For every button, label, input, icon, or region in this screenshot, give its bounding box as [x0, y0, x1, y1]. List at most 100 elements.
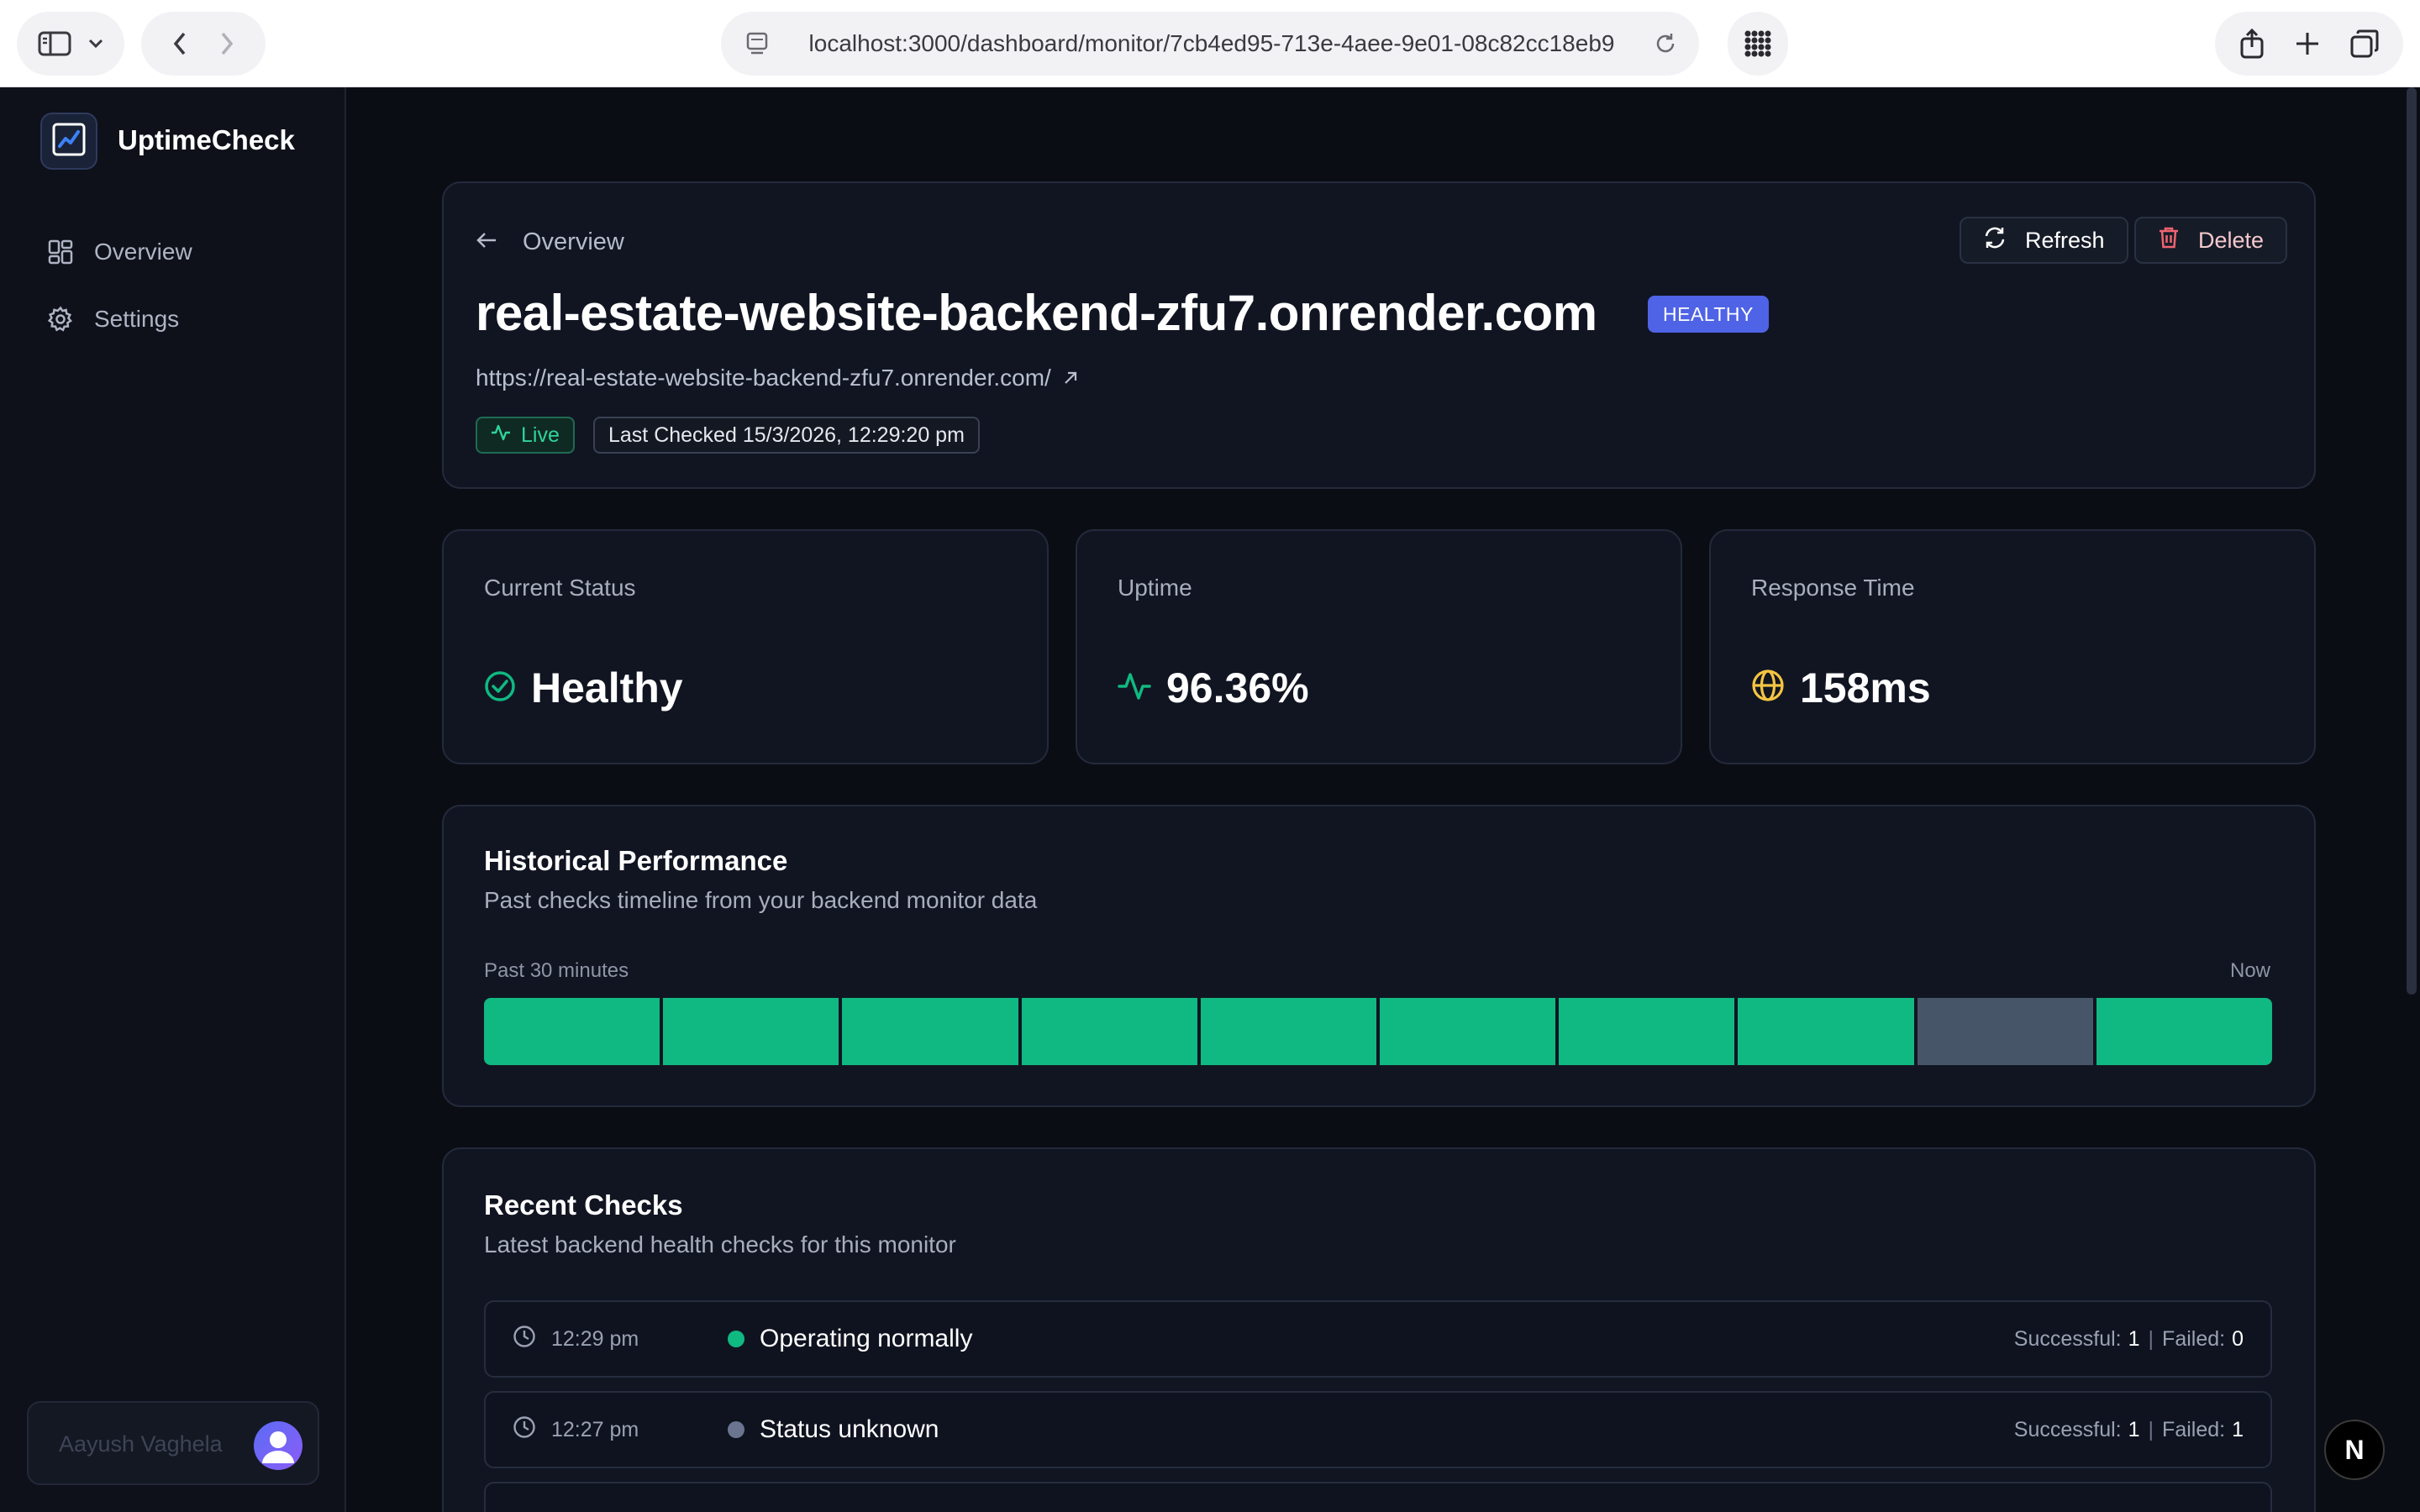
check-time-text: 12:27 pm [551, 1417, 639, 1441]
check-row[interactable] [484, 1482, 2272, 1512]
stat-card-uptime: Uptime 96.36% [1076, 529, 1682, 764]
avatar[interactable] [254, 1421, 302, 1470]
chevron-down-icon [88, 39, 103, 49]
forward-icon[interactable] [220, 32, 234, 55]
stat-label: Uptime [1118, 575, 1192, 601]
last-checked-tag: Last Checked 15/3/2026, 12:29:20 pm [593, 417, 980, 454]
status-badge: HEALTHY [1648, 296, 1769, 333]
stat-value: 158ms [1751, 664, 1931, 712]
check-row[interactable]: 12:29 pm Operating normally Successful: … [484, 1300, 2272, 1378]
sidebar-item-label: Settings [94, 306, 180, 332]
status-dot [728, 1421, 744, 1438]
check-status-text: Operating normally [760, 1325, 973, 1352]
page-title: real-estate-website-backend-zfu7.onrende… [476, 285, 1597, 341]
user-profile-card[interactable]: Aayush Vaghela [27, 1401, 319, 1485]
back-icon[interactable] [173, 32, 187, 55]
delete-button[interactable]: Delete [2134, 217, 2288, 264]
timeline-end-label: Now [2230, 959, 2271, 982]
timeline-segment-up[interactable] [1021, 998, 1197, 1065]
successful-count: 1 [2128, 1326, 2140, 1351]
history-nav [141, 12, 266, 76]
check-status: Operating normally [728, 1302, 972, 1376]
page-scrollbar[interactable] [2407, 87, 2417, 995]
failed-label: Failed: [2162, 1417, 2226, 1441]
section-title: Historical Performance [484, 845, 788, 876]
check-time: 12:29 pm [513, 1302, 639, 1376]
timeline-segment-up[interactable] [2096, 998, 2273, 1065]
sidebar-toggle-button[interactable] [17, 12, 124, 76]
successful-count: 1 [2128, 1417, 2140, 1441]
globe-icon [1751, 664, 1800, 712]
tabs-overview-icon[interactable] [2350, 29, 2379, 58]
stat-value: 96.36% [1118, 664, 1309, 712]
back-to-overview-link[interactable]: Overview [476, 228, 624, 256]
divider: | [2148, 1326, 2154, 1351]
timeline-segment-up[interactable] [663, 998, 839, 1065]
reload-icon[interactable] [1654, 32, 1677, 55]
status-dot [728, 1331, 744, 1347]
section-subtitle: Past checks timeline from your backend m… [484, 887, 1038, 913]
refresh-label: Refresh [2025, 227, 2105, 253]
sidebar-icon [38, 31, 71, 56]
timeline-segment-unknown[interactable] [1917, 998, 2093, 1065]
uptime-timeline [484, 998, 2273, 1065]
stat-value-text: Healthy [531, 664, 683, 711]
clock-icon [513, 1415, 551, 1445]
timeline-start-label: Past 30 minutes [484, 959, 629, 982]
share-icon[interactable] [2239, 29, 2265, 59]
check-circle-icon [484, 664, 531, 712]
refresh-icon [1983, 226, 2025, 255]
check-time: 12:27 pm [513, 1393, 639, 1467]
delete-label: Delete [2198, 227, 2265, 253]
failed-count: 0 [2232, 1326, 2244, 1351]
grid-icon [34, 239, 87, 265]
browser-actions [2215, 12, 2403, 76]
sidebar-item-settings[interactable]: Settings [34, 292, 319, 346]
check-counts: Successful: 1 | Failed: 0 [2014, 1302, 2244, 1376]
trash-icon [2158, 226, 2198, 255]
stat-card-current-status: Current Status Healthy [442, 529, 1049, 764]
refresh-button[interactable]: Refresh [1960, 217, 2128, 264]
external-link-icon [1063, 365, 1078, 391]
nextjs-dev-indicator[interactable]: N [2324, 1420, 2385, 1480]
url-text: localhost:3000/dashboard/monitor/7cb4ed9… [808, 30, 1615, 56]
new-tab-icon[interactable] [2295, 31, 2320, 56]
stat-value-text: 158ms [1800, 664, 1931, 711]
apps-grid-icon [1744, 29, 1772, 58]
address-bar[interactable]: localhost:3000/dashboard/monitor/7cb4ed9… [721, 12, 1699, 76]
timeline-segment-up[interactable] [1200, 998, 1377, 1065]
gear-icon [34, 306, 87, 333]
sidebar-item-label: Overview [94, 239, 192, 265]
stat-value-text: 96.36% [1166, 664, 1309, 711]
timeline-segment-up[interactable] [1738, 998, 1914, 1065]
section-subtitle: Latest backend health checks for this mo… [484, 1231, 956, 1257]
section-title: Recent Checks [484, 1189, 683, 1221]
apps-grid-button[interactable] [1728, 12, 1788, 76]
failed-count: 1 [2232, 1417, 2244, 1441]
arrow-left-icon [476, 228, 497, 256]
browser-toolbar: localhost:3000/dashboard/monitor/7cb4ed9… [0, 0, 2420, 87]
page-icon [746, 32, 768, 57]
stat-label: Response Time [1751, 575, 1915, 601]
check-time-text: 12:29 pm [551, 1326, 639, 1351]
monitor-url-link[interactable]: https://real-estate-website-backend-zfu7… [476, 365, 1078, 391]
brand-name: UptimeCheck [118, 124, 295, 155]
check-row[interactable]: 12:27 pm Status unknown Successful: 1 | … [484, 1391, 2272, 1468]
brand-logo[interactable] [40, 113, 97, 170]
timeline-segment-up[interactable] [484, 998, 660, 1065]
check-status: Status unknown [728, 1393, 939, 1467]
stat-label: Current Status [484, 575, 636, 601]
successful-label: Successful: [2013, 1417, 2122, 1441]
clock-icon [513, 1325, 551, 1354]
chart-logo-icon [52, 123, 86, 160]
timeline-segment-up[interactable] [1380, 998, 1556, 1065]
timeline-segment-up[interactable] [842, 998, 1018, 1065]
divider: | [2148, 1417, 2154, 1441]
timeline-segment-up[interactable] [1559, 998, 1735, 1065]
back-label: Overview [523, 228, 624, 255]
check-status-text: Status unknown [760, 1415, 939, 1443]
activity-icon [491, 423, 511, 448]
failed-label: Failed: [2162, 1326, 2226, 1351]
live-indicator: Live [476, 417, 575, 454]
sidebar-item-overview[interactable]: Overview [34, 225, 319, 279]
